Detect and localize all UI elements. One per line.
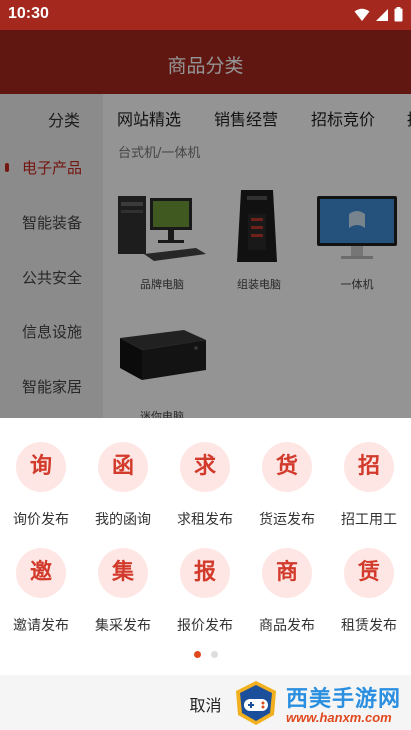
action-label: 招工用工	[341, 512, 397, 528]
invitation-publish-button[interactable]: 邀 邀请发布	[3, 548, 79, 638]
watermark-name: 西美手游网	[286, 687, 402, 712]
quote-icon: 报	[180, 548, 230, 598]
watermark-url: www.hanxm.com	[286, 710, 392, 725]
request-icon: 求	[180, 442, 230, 492]
invite-icon: 邀	[16, 548, 66, 598]
wifi-icon	[354, 8, 370, 21]
goods-icon: 商	[262, 548, 312, 598]
watermark: 西美手游网 www.hanxm.com	[230, 677, 411, 730]
action-label: 报价发布	[177, 618, 233, 634]
freight-icon: 货	[262, 442, 312, 492]
action-label: 我的函询	[95, 512, 151, 528]
status-time: 10:30	[8, 5, 49, 22]
lease-icon: 赁	[344, 548, 394, 598]
lease-publish-button[interactable]: 赁 租赁发布	[331, 548, 407, 638]
action-label: 租赁发布	[341, 618, 397, 634]
letter-icon: 函	[98, 442, 148, 492]
gamepad-logo-icon	[236, 681, 276, 725]
rental-request-button[interactable]: 求 求租发布	[167, 442, 243, 532]
group-purchase-button[interactable]: 集 集采发布	[85, 548, 161, 638]
modal-backdrop[interactable]	[0, 30, 411, 418]
inquiry-icon: 询	[16, 442, 66, 492]
product-publish-button[interactable]: 商 商品发布	[249, 548, 325, 638]
action-label: 邀请发布	[13, 618, 69, 634]
inquiry-publish-button[interactable]: 询 询价发布	[3, 442, 79, 532]
recruitment-button[interactable]: 招 招工用工	[331, 442, 407, 532]
page-dot[interactable]	[211, 651, 218, 658]
page-dot-active[interactable]	[194, 651, 201, 658]
my-inquiries-button[interactable]: 函 我的函询	[85, 442, 161, 532]
freight-publish-button[interactable]: 货 货运发布	[249, 442, 325, 532]
battery-icon	[394, 7, 403, 22]
action-label: 询价发布	[13, 512, 69, 528]
page-indicator	[0, 651, 411, 659]
action-label: 商品发布	[259, 618, 315, 634]
quote-publish-button[interactable]: 报 报价发布	[167, 548, 243, 638]
action-label: 集采发布	[95, 618, 151, 634]
status-icons	[354, 7, 403, 22]
action-label: 货运发布	[259, 512, 315, 528]
recruit-icon: 招	[344, 442, 394, 492]
status-bar: 10:30	[0, 0, 411, 30]
signal-icon	[376, 8, 388, 21]
collect-icon: 集	[98, 548, 148, 598]
action-label: 求租发布	[177, 512, 233, 528]
